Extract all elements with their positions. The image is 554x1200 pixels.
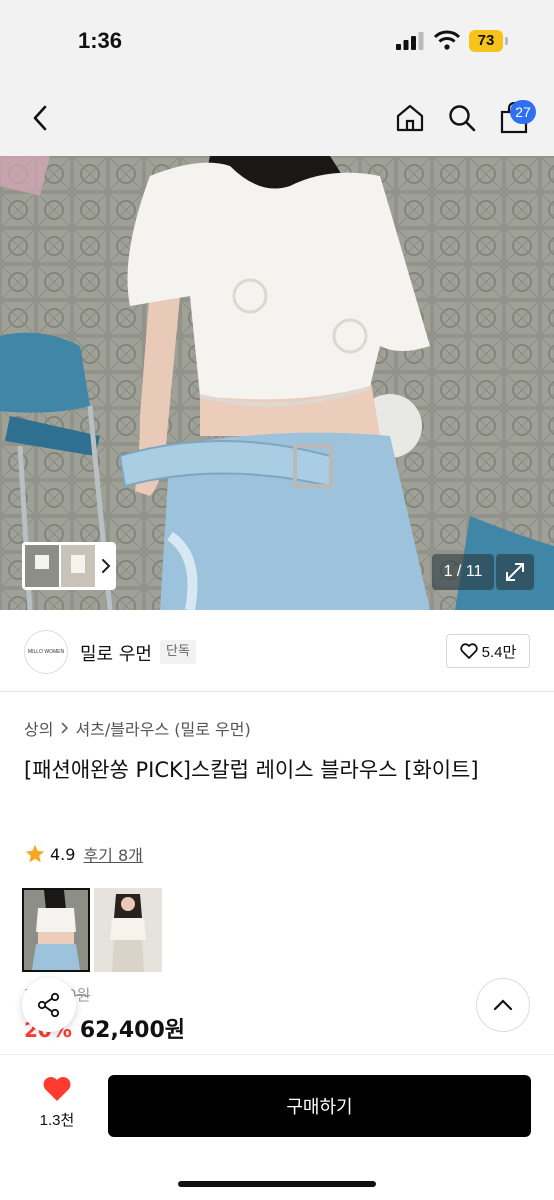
chevron-left-icon [33, 105, 47, 131]
brand-like-button[interactable]: 5.4만 [446, 634, 530, 668]
variant-thumbnail [24, 890, 88, 970]
variant-option[interactable] [94, 888, 162, 972]
heart-outline-icon [460, 643, 478, 659]
brand-logo[interactable]: MILLO WOMEN [24, 630, 68, 674]
product-title: [패션애완쏭 PICK]스칼럽 레이스 블라우스 [화이트] [24, 758, 479, 782]
variant-thumbnail [94, 888, 162, 972]
chevron-right-icon [61, 722, 69, 734]
battery-indicator: 73 [469, 30, 503, 52]
back-button[interactable] [20, 80, 60, 156]
heart-filled-icon [43, 1077, 71, 1101]
top-navigation [0, 80, 554, 156]
breadcrumb-category[interactable]: 상의 [24, 716, 53, 740]
expand-icon [506, 563, 524, 581]
buy-button[interactable]: 구매하기 [108, 1075, 531, 1137]
variant-option[interactable] [22, 888, 90, 972]
rating-score: 4.9 [50, 844, 76, 864]
brand-like-count: 5.4만 [481, 643, 517, 661]
chevron-up-icon [493, 999, 513, 1011]
search-icon [449, 105, 476, 132]
rating-summary: 4.9 후기 8개 [24, 842, 143, 866]
brand-section: MILLO WOMEN 밀로 우먼 단독 5.4만 [0, 610, 554, 692]
cart-count-badge: 27 [510, 100, 536, 124]
chevron-right-icon [102, 559, 111, 573]
gallery-thumbnail-strip[interactable] [22, 542, 116, 590]
breadcrumb: 상의 셔츠/블라우스 (밀로 우먼) [24, 716, 251, 740]
wishlist-count: 1.3천 [39, 1112, 75, 1129]
battery-tip [505, 37, 508, 45]
status-bar: 1:36 73 [0, 0, 554, 80]
gallery-thumbnails [25, 545, 95, 587]
brand-name[interactable]: 밀로 우먼 [80, 640, 152, 666]
wifi-icon [434, 30, 460, 50]
home-button[interactable] [390, 80, 430, 156]
sale-price: 62,400원 [79, 1018, 186, 1043]
wishlist-button[interactable]: 1.3천 [20, 1075, 94, 1130]
home-indicator [178, 1181, 376, 1187]
exclusive-badge: 단독 [160, 640, 196, 664]
color-variants [22, 888, 162, 972]
home-icon [396, 104, 424, 132]
scroll-to-top-button[interactable] [476, 978, 530, 1032]
share-icon [37, 992, 60, 1018]
star-icon [25, 844, 45, 863]
review-count-link[interactable]: 후기 8개 [83, 842, 142, 866]
breadcrumb-subcategory[interactable]: 셔츠/블라우스 (밀로 우먼) [75, 716, 250, 740]
image-counter: 1 / 11 [432, 554, 494, 590]
cellular-signal-icon [396, 32, 424, 50]
share-button[interactable] [22, 978, 76, 1032]
expand-image-button[interactable] [496, 554, 534, 590]
search-button[interactable] [442, 80, 482, 156]
purchase-bar: 1.3천 구매하기 [0, 1054, 554, 1200]
status-time: 1:36 [78, 28, 123, 53]
